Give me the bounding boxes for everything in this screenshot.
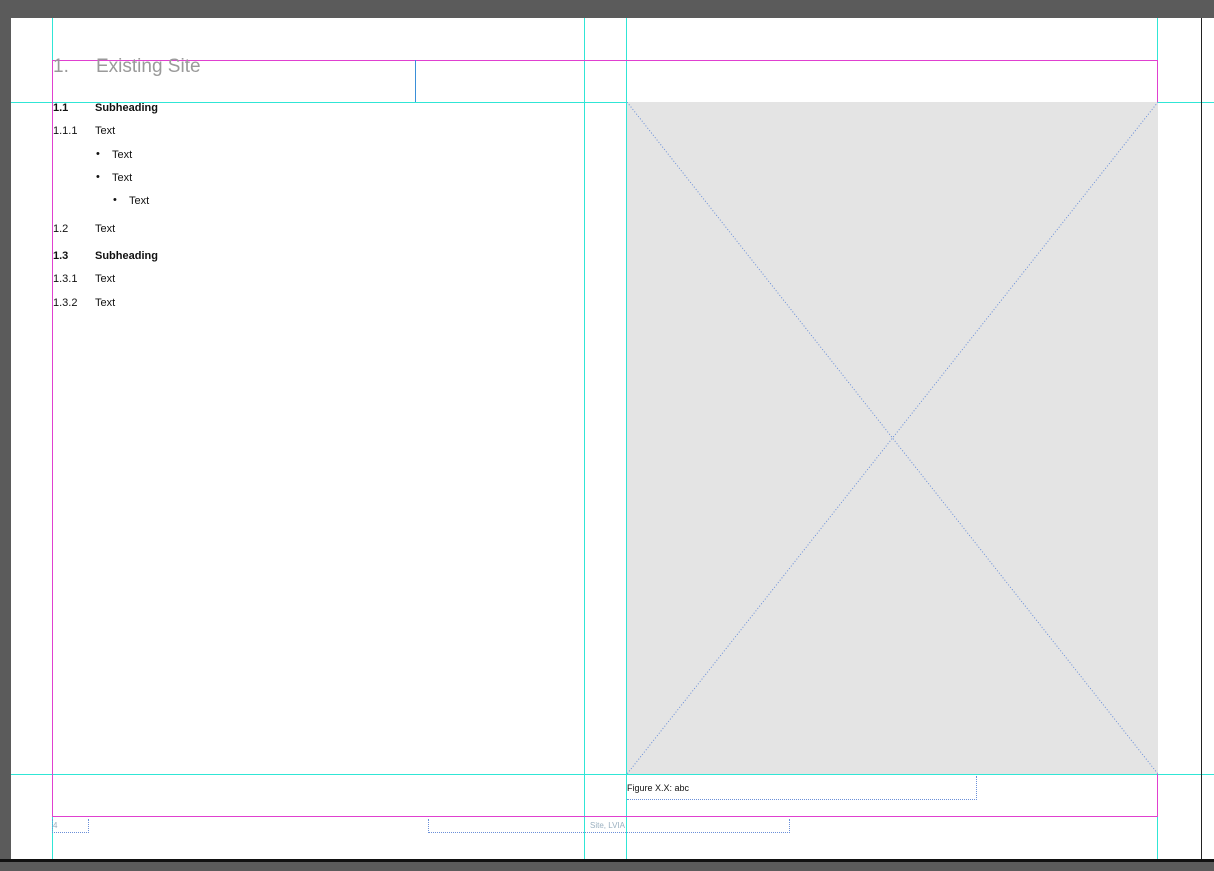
placeholder-cross-icon	[627, 102, 1158, 774]
heading-number: 1.	[53, 56, 69, 77]
page-number-frame[interactable]	[52, 819, 89, 833]
item-text: Text	[95, 125, 116, 137]
item-text: Subheading	[95, 250, 158, 262]
heading-text-frame-edge	[415, 60, 416, 102]
item-number: 1.3	[53, 250, 69, 262]
bullet-text: Text	[112, 172, 133, 184]
heading-title: Existing Site	[96, 56, 201, 77]
page-shadow	[0, 859, 1214, 862]
item-number: 1.3.2	[53, 297, 78, 309]
document-page: 1. Existing Site 1.1 Subheading 1.1.1 Tex…	[11, 18, 1214, 859]
page-number: 4	[53, 821, 58, 830]
running-footer: Site, LVIA	[590, 821, 625, 830]
item-number: 1.3.1	[53, 273, 78, 285]
item-text: Text	[95, 273, 116, 285]
section-heading[interactable]: 1. Existing Site	[53, 56, 201, 78]
spread-edge-line	[1201, 18, 1202, 859]
item-number: 1.1.1	[53, 125, 78, 137]
image-placeholder-frame[interactable]	[627, 102, 1158, 774]
bullet-text: Text	[112, 149, 133, 161]
item-text: Text	[95, 297, 116, 309]
bullet-text: Text	[129, 195, 150, 207]
item-number: 1.2	[53, 223, 69, 235]
bullet-dot: •	[113, 194, 117, 206]
item-text: Text	[95, 223, 116, 235]
item-text: Subheading	[95, 102, 158, 114]
bullet-dot: •	[96, 171, 100, 183]
figure-caption: Figure X.X: abc	[627, 783, 690, 793]
item-number: 1.1	[53, 102, 69, 114]
bullet-dot: •	[96, 148, 100, 160]
